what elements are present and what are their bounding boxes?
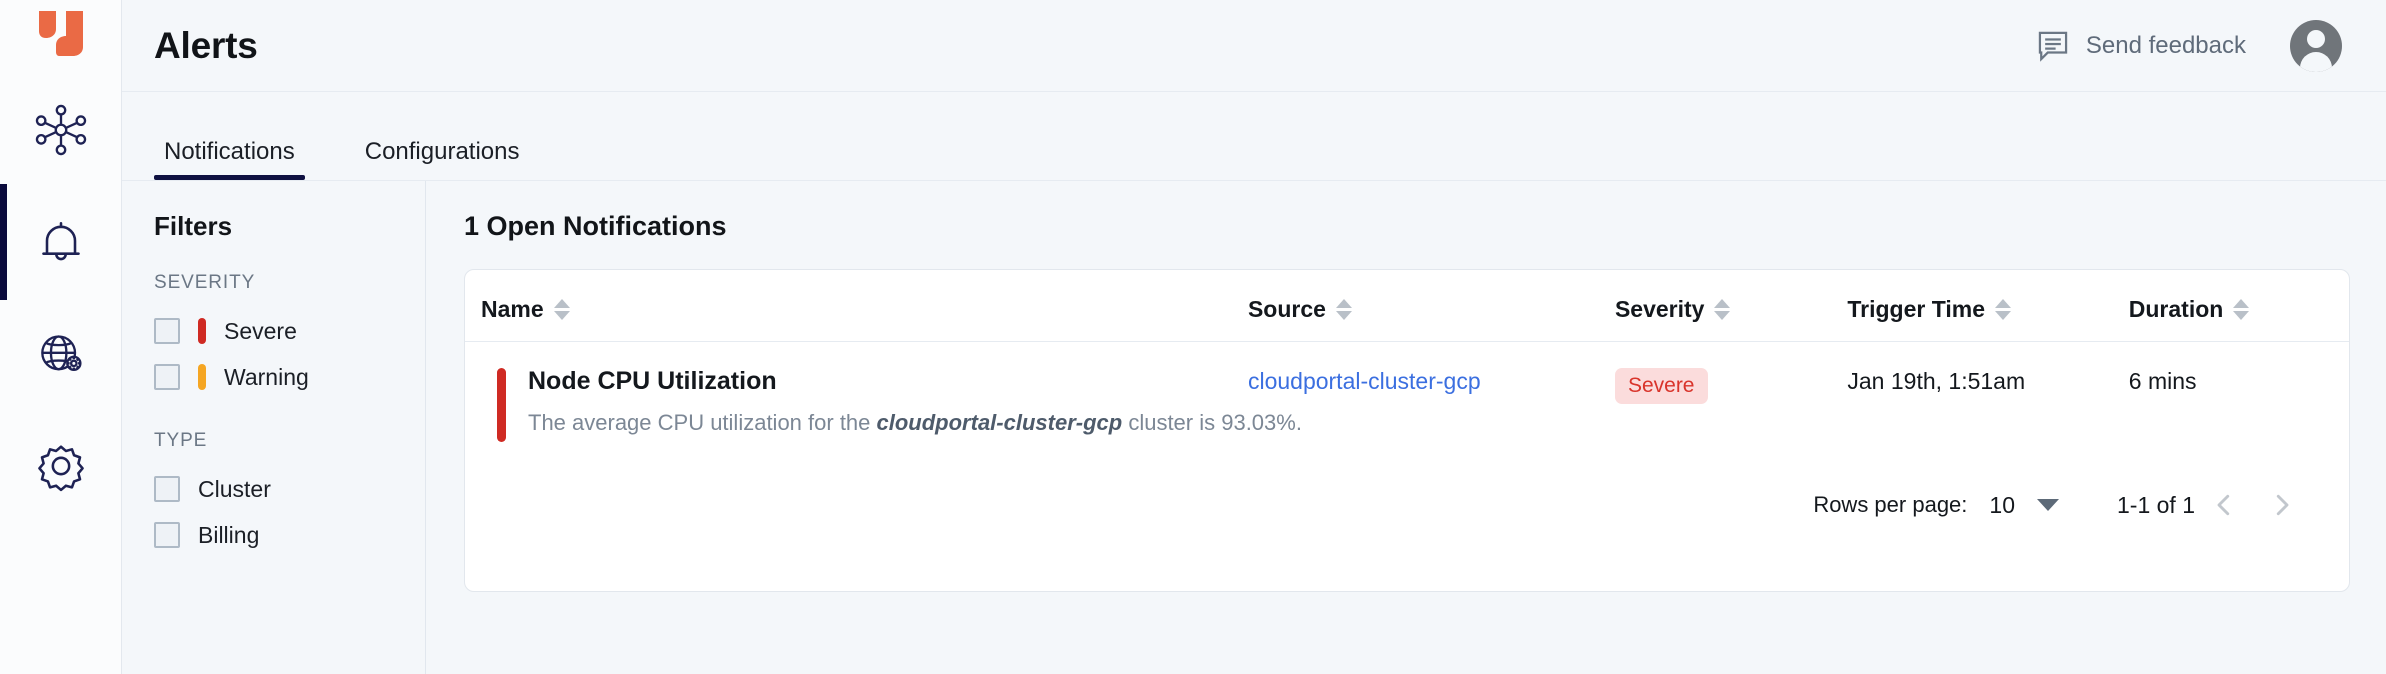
pagination-range: 1-1 of 1 [2117,491,2195,518]
cell-trigger-time: Jan 19th, 1:51am [1847,342,2128,443]
next-page-button[interactable] [2253,476,2311,534]
rows-per-page-select[interactable]: 10 [1989,492,2059,519]
rows-per-page-value: 10 [1989,491,2015,518]
prev-page-button[interactable] [2195,476,2253,534]
feedback-message-icon [2038,31,2068,62]
avatar-head [2307,29,2325,48]
filter-option-cluster-label: Cluster [198,475,271,502]
sidebar-item-alerts[interactable] [0,184,121,300]
globe-gear-icon [40,335,82,372]
column-header-duration-label: Duration [2128,296,2224,322]
tab-bar: Notifications Configurations [122,92,2386,180]
column-header-source[interactable]: Source [1247,270,1615,342]
checkbox-billing[interactable] [154,522,180,548]
cell-source: cloudportal-cluster-gcp [1248,342,1615,443]
app-root: Alerts Send feedback Notifications Confi… [0,0,2386,674]
page-title: Alerts [154,24,258,66]
column-header-name-label: Name [481,296,544,322]
column-header-name[interactable]: Name [465,270,1248,342]
alert-description-prefix: The average CPU utilization for the [528,409,877,435]
tab-configurations[interactable]: Configurations [355,140,530,180]
notifications-card: Name Source Severity Trigger Time Durati… [464,269,2350,592]
filter-option-warning-label: Warning [224,363,309,390]
filter-group-type-label: TYPE [154,430,208,451]
rows-per-page-label: Rows per page: [1813,492,1968,517]
status-badge: Severe [1614,368,1708,404]
table-header-row: Name Source Severity Trigger Time Durati… [465,270,2349,342]
column-header-trigger-time[interactable]: Trigger Time [1847,270,2129,342]
chevron-down-icon [2037,499,2059,511]
send-feedback-button[interactable]: Send feedback [2036,29,2246,63]
filter-option-cluster[interactable]: Cluster [154,466,425,512]
alert-description: The average CPU utilization for the clou… [528,410,1302,436]
table-head: Name Source Severity Trigger Time Durati… [465,270,2349,342]
alert-name: Node CPU Utilization [528,367,777,395]
source-link[interactable]: cloudportal-cluster-gcp [1248,368,1481,394]
filter-option-warning[interactable]: Warning [154,354,425,400]
rail-items [0,92,121,504]
sort-icon-source[interactable] [1335,299,1352,320]
checkbox-severe[interactable] [154,318,180,344]
checkbox-cluster[interactable] [154,476,180,502]
yugabyte-logo-icon [38,11,83,56]
sort-icon-trigger-time[interactable] [1995,299,2012,320]
column-header-severity-label: Severity [1614,296,1705,322]
column-header-severity[interactable]: Severity [1614,270,1848,342]
filter-group-type: TYPE Cluster Billing [154,430,425,558]
table-body: Node CPU Utilization The average CPU uti… [465,342,2349,443]
chevron-left-icon [2217,494,2230,516]
filter-group-severity: SEVERITY Severe Warning [154,272,425,400]
open-notifications-heading: 1 Open Notifications [464,211,727,241]
gear-icon [37,445,84,492]
tab-notifications[interactable]: Notifications [154,140,305,180]
sidebar-item-clusters[interactable] [0,92,121,168]
filter-option-severe-label: Severe [224,317,297,344]
table-row[interactable]: Node CPU Utilization The average CPU uti… [465,342,2349,443]
column-header-trigger-time-label: Trigger Time [1847,296,1986,322]
cell-duration: 6 mins [2129,342,2349,443]
alert-description-emphasis: cloudportal-cluster-gcp [876,409,1123,435]
chevron-right-icon [2276,494,2289,516]
row-severity-bar [497,368,506,442]
column-header-source-label: Source [1247,296,1326,322]
pagination: Rows per page: 10 1-1 of 1 [465,442,2349,534]
cell-severity: Severe [1614,342,1847,443]
duration-value: 6 mins [2128,368,2197,394]
sort-icon-duration[interactable] [2233,299,2250,320]
tab-configurations-label: Configurations [364,138,520,165]
trigger-time-value: Jan 19th, 1:51am [1847,368,2026,394]
send-feedback-label: Send feedback [2085,31,2246,59]
tab-notifications-label: Notifications [164,138,295,165]
sort-icon-severity[interactable] [1714,299,1731,320]
avatar[interactable] [2290,19,2342,72]
main-region: Alerts Send feedback Notifications Confi… [122,0,2386,674]
severity-marker-warning [198,364,206,390]
severity-marker-severe [198,318,206,344]
column-header-duration[interactable]: Duration [2128,270,2349,342]
content-region: Filters SEVERITY Severe Warning TYPE Clu… [122,180,2386,674]
left-nav-rail [0,0,122,674]
filter-option-billing[interactable]: Billing [154,512,425,558]
bell-icon [41,222,80,261]
notifications-table: Name Source Severity Trigger Time Durati… [465,270,2349,442]
sidebar-item-settings[interactable] [0,428,121,504]
sort-icon-name[interactable] [553,299,570,320]
filters-panel: Filters SEVERITY Severe Warning TYPE Clu… [122,181,426,674]
cell-name: Node CPU Utilization The average CPU uti… [465,342,1302,442]
checkbox-warning[interactable] [154,364,180,390]
cluster-network-icon [35,104,86,156]
filter-option-severe[interactable]: Severe [154,308,425,354]
filter-option-billing-label: Billing [198,521,260,548]
alert-description-suffix: cluster is 93.03%. [1122,409,1302,435]
avatar-body [2300,51,2332,72]
notifications-panel: 1 Open Notifications Name Source Severit… [426,181,2386,674]
filters-title: Filters [154,211,233,241]
top-bar: Alerts Send feedback [122,0,2386,92]
brand-logo[interactable] [0,8,121,70]
filter-group-severity-label: SEVERITY [154,272,256,293]
sidebar-item-network-settings[interactable] [0,316,121,392]
